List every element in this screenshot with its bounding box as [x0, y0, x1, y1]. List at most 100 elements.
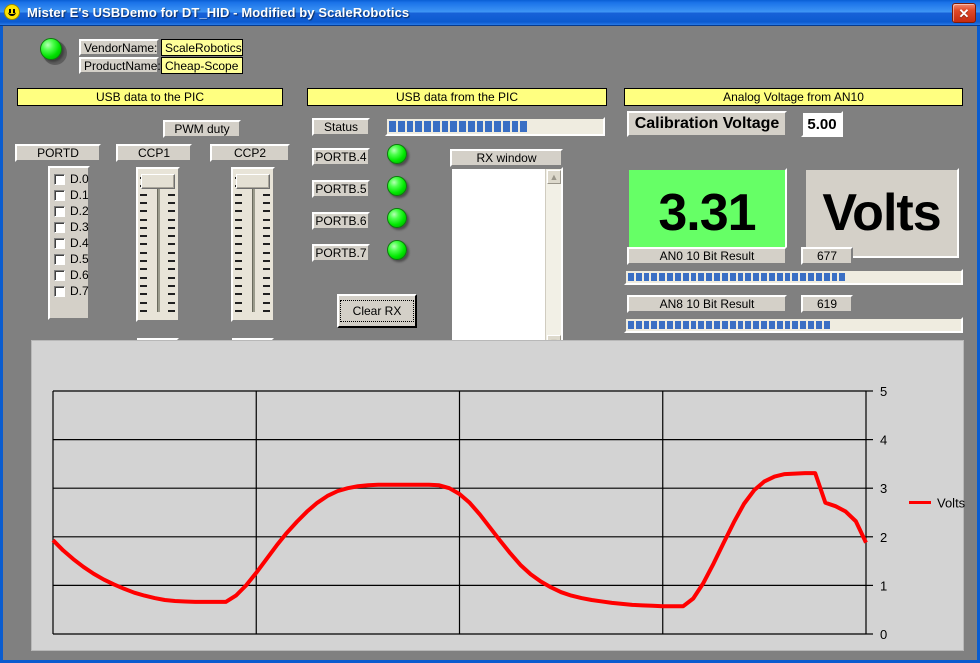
portb5-label: PORTB.5 [312, 180, 370, 198]
product-name-value: Cheap-Scope [161, 57, 243, 74]
portb4-label: PORTB.4 [312, 148, 370, 166]
rx-window-scrollbar[interactable]: ▲ ▼ [545, 169, 561, 350]
ccp2-slider[interactable] [231, 167, 275, 322]
progress-block [636, 273, 642, 281]
window-body: VendorName: ScaleRobotics ProductName: C… [0, 26, 980, 663]
progress-block [722, 273, 728, 281]
an8-progress-bar [624, 317, 963, 333]
progress-block [706, 321, 712, 329]
chart-y-tick-label: 5 [880, 384, 887, 399]
progress-block [494, 121, 501, 132]
chevron-up-icon[interactable]: ▲ [547, 170, 561, 184]
portd-bit-label: D.4 [70, 236, 89, 250]
progress-block [722, 321, 728, 329]
portd-checkbox-row[interactable]: D.2 [54, 203, 84, 219]
voltage-chart: 012345Volts [31, 340, 964, 651]
checkbox-icon[interactable] [54, 222, 65, 233]
progress-block [628, 273, 634, 281]
close-button[interactable]: ✕ [952, 3, 976, 23]
portb6-label: PORTB.6 [312, 212, 370, 230]
chart-y-tick-label: 1 [880, 578, 887, 593]
portd-checkbox-row[interactable]: D.5 [54, 251, 84, 267]
voltage-unit: Volts [804, 168, 959, 258]
ccp1-slider[interactable] [136, 167, 180, 322]
checkbox-icon[interactable] [54, 270, 65, 281]
progress-block [792, 273, 798, 281]
portd-checkbox-row[interactable]: D.6 [54, 267, 84, 283]
chart-y-tick-label: 3 [880, 481, 887, 496]
progress-block [714, 273, 720, 281]
progress-block [477, 121, 484, 132]
portd-checkbox-row[interactable]: D.4 [54, 235, 84, 251]
progress-block [468, 121, 475, 132]
calibration-voltage-input[interactable]: 5.00 [801, 111, 843, 137]
progress-block [691, 321, 697, 329]
connection-led [40, 38, 62, 60]
progress-block [745, 321, 751, 329]
ccp1-slider-thumb[interactable] [141, 174, 175, 189]
progress-blocks [628, 321, 959, 329]
portb4-led [387, 144, 407, 164]
progress-block [398, 121, 405, 132]
progress-block [675, 273, 681, 281]
progress-block [745, 273, 751, 281]
usb-from-pic-header: USB data from the PIC [307, 88, 607, 106]
ccp2-label: CCP2 [210, 144, 290, 162]
progress-block [683, 273, 689, 281]
an8-result-label: AN8 10 Bit Result [627, 295, 787, 313]
window-title: Mister E's USBDemo for DT_HID - Modified… [27, 5, 409, 20]
progress-block [651, 321, 657, 329]
an0-progress-bar [624, 269, 963, 285]
checkbox-icon[interactable] [54, 174, 65, 185]
progress-block [816, 321, 822, 329]
ccp2-slider-ticks-right [263, 169, 271, 320]
portd-bit-label: D.7 [70, 284, 89, 298]
progress-block [698, 273, 704, 281]
portb5-led [387, 176, 407, 196]
progress-block [424, 121, 431, 132]
checkbox-icon[interactable] [54, 206, 65, 217]
clear-rx-button[interactable]: Clear RX [337, 294, 417, 328]
progress-block [808, 273, 814, 281]
progress-block [433, 121, 440, 132]
portd-label: PORTD [15, 144, 101, 162]
progress-block [777, 273, 783, 281]
portd-bit-label: D.6 [70, 268, 89, 282]
progress-block [761, 273, 767, 281]
progress-block [644, 321, 650, 329]
checkbox-icon[interactable] [54, 238, 65, 249]
progress-block [659, 321, 665, 329]
progress-block [520, 121, 527, 132]
progress-block [824, 273, 830, 281]
portd-checkbox-row[interactable]: D.7 [54, 283, 84, 299]
ccp2-slider-thumb[interactable] [236, 174, 270, 189]
ccp1-slider-ticks-left [140, 169, 148, 320]
portd-checkbox-row[interactable]: D.3 [54, 219, 84, 235]
progress-block [698, 321, 704, 329]
portb7-label: PORTB.7 [312, 244, 370, 262]
progress-blocks [628, 273, 959, 281]
progress-block [753, 273, 759, 281]
progress-blocks [389, 121, 601, 132]
rx-window-textarea[interactable]: ▲ ▼ [450, 167, 563, 352]
portd-checkbox-group[interactable]: D.0D.1D.2D.3D.4D.5D.6D.7 [48, 166, 90, 320]
chart-legend-label: Volts [937, 496, 965, 511]
progress-block [459, 121, 466, 132]
progress-block [691, 273, 697, 281]
portd-checkbox-row[interactable]: D.0 [54, 171, 84, 187]
progress-block [714, 321, 720, 329]
progress-block [792, 321, 798, 329]
chart-y-tick-label: 4 [880, 433, 887, 448]
checkbox-icon[interactable] [54, 286, 65, 297]
progress-block [769, 321, 775, 329]
checkbox-icon[interactable] [54, 254, 65, 265]
progress-block [407, 121, 414, 132]
analog-voltage-header: Analog Voltage from AN10 [624, 88, 963, 106]
checkbox-icon[interactable] [54, 190, 65, 201]
progress-block [785, 321, 791, 329]
portd-checkbox-row[interactable]: D.1 [54, 187, 84, 203]
progress-block [738, 273, 744, 281]
status-label: Status [312, 118, 370, 136]
usb-to-pic-header: USB data to the PIC [17, 88, 283, 106]
chart-y-tick-label: 2 [880, 530, 887, 545]
